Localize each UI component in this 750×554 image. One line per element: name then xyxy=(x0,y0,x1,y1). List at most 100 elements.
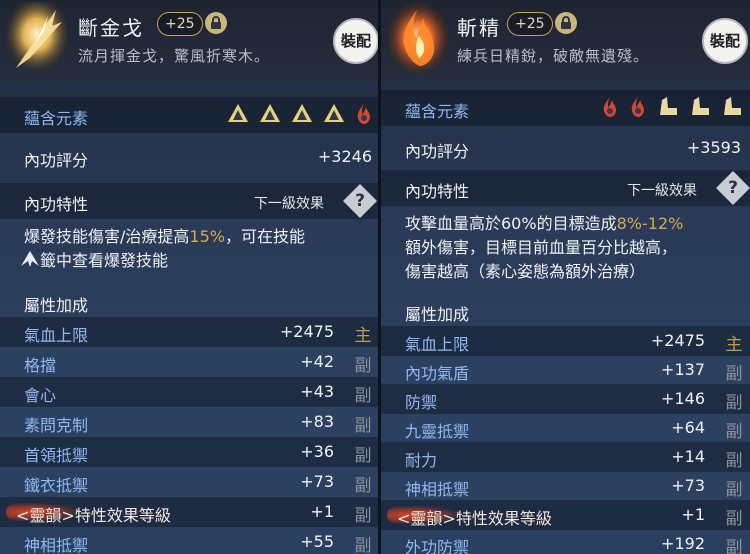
fire-flame-icon xyxy=(357,104,370,124)
stat-value: +42 xyxy=(300,352,334,371)
stat-value: +2475 xyxy=(279,322,334,341)
skill-compare-screen: 斷金戈 +25 流月揮金戈，驚風折寒木。 裝配 蘊含元素 內功評分 +3246 … xyxy=(0,0,750,554)
score-row: 內功評分 +3246 xyxy=(0,142,378,172)
left-panel-header: 斷金戈 +25 流月揮金戈，驚風折寒木。 裝配 xyxy=(0,0,378,82)
skill-title: 斬精 xyxy=(457,16,501,40)
element-icons xyxy=(601,96,743,120)
main-stat-tag: 主 xyxy=(725,335,743,355)
stat-name: 耐力 xyxy=(405,451,438,470)
stat-name: 防禦 xyxy=(405,393,438,412)
next-level-label[interactable]: 下一級效果 xyxy=(254,193,324,213)
stat-name: 神相抵禦 xyxy=(24,536,89,554)
stat-value: +64 xyxy=(671,418,705,437)
score-value: +3246 xyxy=(317,147,372,166)
trait-desc-highlight: 15% xyxy=(189,227,225,246)
stat-row: <靈韻>特性效果等級 +1 副 xyxy=(381,500,750,530)
fire-flame-icon xyxy=(603,97,616,117)
next-level-label[interactable]: 下一級效果 xyxy=(627,180,697,200)
sub-stat-tag: 副 xyxy=(725,393,743,413)
trait-desc-line2: 額外傷害，目標目前血量百分比越高， xyxy=(405,238,678,257)
left-skill-panel: 斷金戈 +25 流月揮金戈，驚風折寒木。 裝配 蘊含元素 內功評分 +3246 … xyxy=(0,0,378,554)
stat-name: 氣血上限 xyxy=(405,335,470,354)
sub-stat-tag: 副 xyxy=(725,538,743,554)
stat-name: 鐵衣抵禦 xyxy=(24,476,89,495)
sub-stat-tag: 副 xyxy=(354,356,372,376)
sub-stat-tag: 副 xyxy=(725,480,743,500)
skill-subtitle: 流月揮金戈，驚風折寒木。 xyxy=(78,47,271,65)
sub-stat-tag: 副 xyxy=(354,476,372,496)
stat-name: 神相抵禦 xyxy=(405,480,470,499)
stat-name: 素問克制 xyxy=(24,416,89,435)
stat-row: 神相抵禦 +73 副 xyxy=(381,471,750,501)
stat-row: 外功防禦 +192 副 xyxy=(381,529,750,554)
fire-flame-icon xyxy=(631,97,644,117)
equip-button[interactable]: 裝配 xyxy=(702,18,748,64)
metal-triangle-icon xyxy=(228,104,248,122)
fan-element-icon xyxy=(724,97,741,115)
trait-row: 內功特性 下一級效果 ? xyxy=(0,183,378,219)
stat-value: +14 xyxy=(671,447,705,466)
stat-value: +73 xyxy=(300,472,334,491)
spear-skill-icon xyxy=(6,2,68,74)
score-label: 內功評分 xyxy=(405,142,470,161)
stat-value: +83 xyxy=(300,412,334,431)
score-row: 內功評分 +3593 xyxy=(381,133,750,163)
stat-name: 首領抵禦 xyxy=(24,446,89,465)
attr-header-row: 屬性加成 xyxy=(381,296,750,326)
main-stat-tag: 主 xyxy=(354,326,372,346)
equip-button[interactable]: 裝配 xyxy=(333,18,378,64)
enhance-level-badge: +25 xyxy=(507,12,553,36)
score-value: +3593 xyxy=(686,138,741,157)
stat-value: +1 xyxy=(681,505,705,524)
sub-stat-tag: 副 xyxy=(725,509,743,529)
lock-icon[interactable] xyxy=(205,12,227,34)
trait-desc-text-a: 爆發技能傷害/治療提高 xyxy=(24,227,190,246)
sub-stat-tag: 副 xyxy=(354,386,372,406)
stat-row: 氣血上限 +2475 主 xyxy=(0,317,378,347)
element-icons xyxy=(227,103,373,127)
stat-row: 神相抵禦 +55 副 xyxy=(0,527,378,554)
stat-row: 首領抵禦 +36 副 xyxy=(0,437,378,467)
attr-header-row: 屬性加成 xyxy=(0,287,378,317)
fan-element-icon xyxy=(660,97,677,115)
skill-subtitle: 練兵日精銳，破敵無遺殘。 xyxy=(457,47,650,65)
skill-tab-icon xyxy=(21,251,39,267)
sub-stat-tag: 副 xyxy=(725,422,743,442)
trait-label: 內功特性 xyxy=(405,182,470,201)
elements-label: 蘊含元素 xyxy=(24,109,89,128)
stat-row: <靈韻>特性效果等級 +1 副 xyxy=(0,497,378,527)
stat-row: 格擋 +42 副 xyxy=(0,347,378,377)
stat-value: +192 xyxy=(661,534,705,553)
stat-value: +36 xyxy=(300,442,334,461)
sub-stat-tag: 副 xyxy=(725,451,743,471)
stat-value: +1 xyxy=(310,502,334,521)
right-panel-header: 斬精 +25 練兵日精銳，破敵無遺殘。 裝配 xyxy=(381,0,750,82)
stat-name: 會心 xyxy=(24,386,57,405)
sub-stat-tag: 副 xyxy=(725,364,743,384)
trait-desc-line2: 籤中查看爆發技能 xyxy=(21,251,168,270)
skill-title: 斷金戈 xyxy=(78,16,144,40)
metal-triangle-icon xyxy=(292,104,312,122)
trait-desc-line3: 傷害越高（素心姿態為額外治療） xyxy=(405,262,646,281)
stat-value: +43 xyxy=(300,382,334,401)
attr-header: 屬性加成 xyxy=(405,305,470,324)
metal-triangle-icon xyxy=(260,104,280,122)
stat-row: 內功氣盾 +137 副 xyxy=(381,355,750,385)
stat-row: 鐵衣抵禦 +73 副 xyxy=(0,467,378,497)
stat-row: 氣血上限 +2475 主 xyxy=(381,326,750,356)
lock-icon[interactable] xyxy=(555,12,577,34)
stat-value: +137 xyxy=(661,360,705,379)
trait-label: 內功特性 xyxy=(24,195,89,214)
help-question-icon[interactable]: ? xyxy=(716,171,750,205)
stat-name: 內功氣盾 xyxy=(405,364,470,383)
stat-name: <靈韻>特性效果等級 xyxy=(16,506,171,525)
help-question-icon[interactable]: ? xyxy=(343,184,377,218)
stat-name: <靈韻>特性效果等級 xyxy=(397,509,552,528)
stat-row: 耐力 +14 副 xyxy=(381,442,750,472)
stat-name: 外功防禦 xyxy=(405,538,470,554)
elements-label: 蘊含元素 xyxy=(405,102,470,121)
metal-triangle-icon xyxy=(324,104,344,122)
fan-element-icon xyxy=(692,97,709,115)
stat-value: +73 xyxy=(671,476,705,495)
enhance-level-badge: +25 xyxy=(157,12,203,36)
